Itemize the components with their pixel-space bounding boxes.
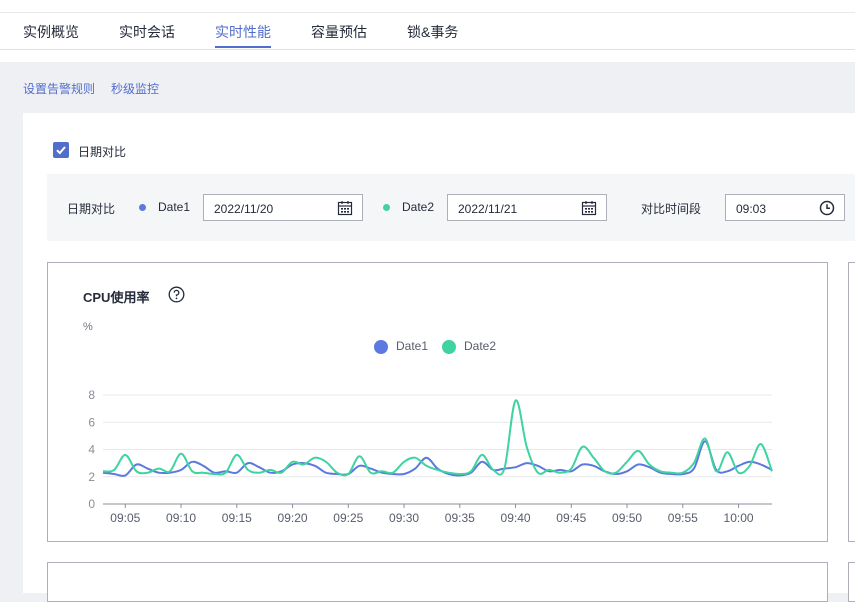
x-tick-label: 09:25 — [333, 511, 363, 525]
date-compare-checkbox-label: 日期对比 — [78, 145, 127, 159]
check-icon — [56, 146, 66, 155]
series-line-date2 — [102, 399, 773, 477]
tab-capacity-estimate[interactable]: 容量预估 — [311, 22, 367, 42]
set-alert-rules-link[interactable]: 设置告警规则 — [23, 80, 95, 97]
calendar-icon[interactable] — [581, 200, 597, 216]
date1-value: 2022/11/20 — [214, 202, 274, 216]
time-value: 09:03 — [736, 202, 767, 216]
x-tick-label: 09:40 — [501, 511, 531, 525]
x-tick-label: 09:30 — [389, 511, 419, 525]
y-axis-unit: % — [83, 321, 93, 333]
x-tick-label: 10:00 — [724, 511, 754, 525]
adjacent-chart-panel — [848, 262, 855, 542]
x-tick-label: 09:15 — [222, 511, 252, 525]
legend-label-date1: Date1 — [396, 339, 429, 353]
tab-bar: 实例概览 实时会话 实时性能 容量预估 锁&事务 — [0, 13, 855, 50]
compare-time-label: 对比时间段 — [641, 202, 702, 216]
date2-label: Date2 — [402, 200, 435, 214]
y-tick-label: 6 — [88, 415, 95, 429]
clock-icon[interactable] — [819, 200, 835, 216]
tab-instance-overview[interactable]: 实例概览 — [23, 22, 79, 42]
tab-realtime-performance[interactable]: 实时性能 — [215, 22, 271, 42]
tab-realtime-session[interactable]: 实时会话 — [119, 22, 175, 42]
cpu-usage-chart: 0 2 4 6 8 09:05 09:10 09:15 09:20 09:25 09:30 09:35… — [88, 388, 773, 525]
second-level-monitor-link[interactable]: 秒级监控 — [111, 80, 159, 97]
date1-label: Date1 — [158, 200, 191, 214]
date2-picker[interactable]: 2022/11/21 — [447, 194, 607, 221]
legend-label-date2: Date2 — [464, 339, 497, 353]
y-tick-label: 4 — [88, 443, 95, 457]
tab-locks-transactions[interactable]: 锁&事务 — [407, 22, 458, 42]
calendar-icon[interactable] — [337, 200, 353, 216]
date2-value: 2022/11/21 — [458, 202, 518, 216]
date2-dot — [383, 204, 390, 211]
tab-divider — [0, 49, 855, 50]
x-tick-label: 09:05 — [110, 511, 140, 525]
date1-dot — [139, 204, 146, 211]
x-tick-label: 09:20 — [278, 511, 308, 525]
date-compare-checkbox[interactable] — [53, 142, 69, 158]
x-tick-label: 09:45 — [556, 511, 586, 525]
y-tick-label: 2 — [88, 470, 95, 484]
time-picker[interactable]: 09:03 — [725, 194, 845, 221]
y-tick-label: 8 — [88, 388, 95, 402]
x-tick-label: 09:35 — [445, 511, 475, 525]
x-tick-label: 09:50 — [612, 511, 642, 525]
question-circle-icon[interactable] — [168, 286, 185, 303]
legend-swatch-date2 — [442, 340, 456, 354]
compare-filter-label: 日期对比 — [67, 202, 116, 216]
active-tab-indicator — [215, 46, 271, 48]
legend-swatch-date1 — [374, 340, 388, 354]
x-tick-label: 09:55 — [668, 511, 698, 525]
second-row-panel — [47, 562, 828, 602]
y-tick-label: 0 — [88, 497, 95, 511]
second-row-adjacent-panel — [848, 562, 855, 602]
chart-title: CPU使用率 — [83, 290, 150, 305]
date1-picker[interactable]: 2022/11/20 — [203, 194, 363, 221]
x-tick-label: 09:10 — [166, 511, 196, 525]
